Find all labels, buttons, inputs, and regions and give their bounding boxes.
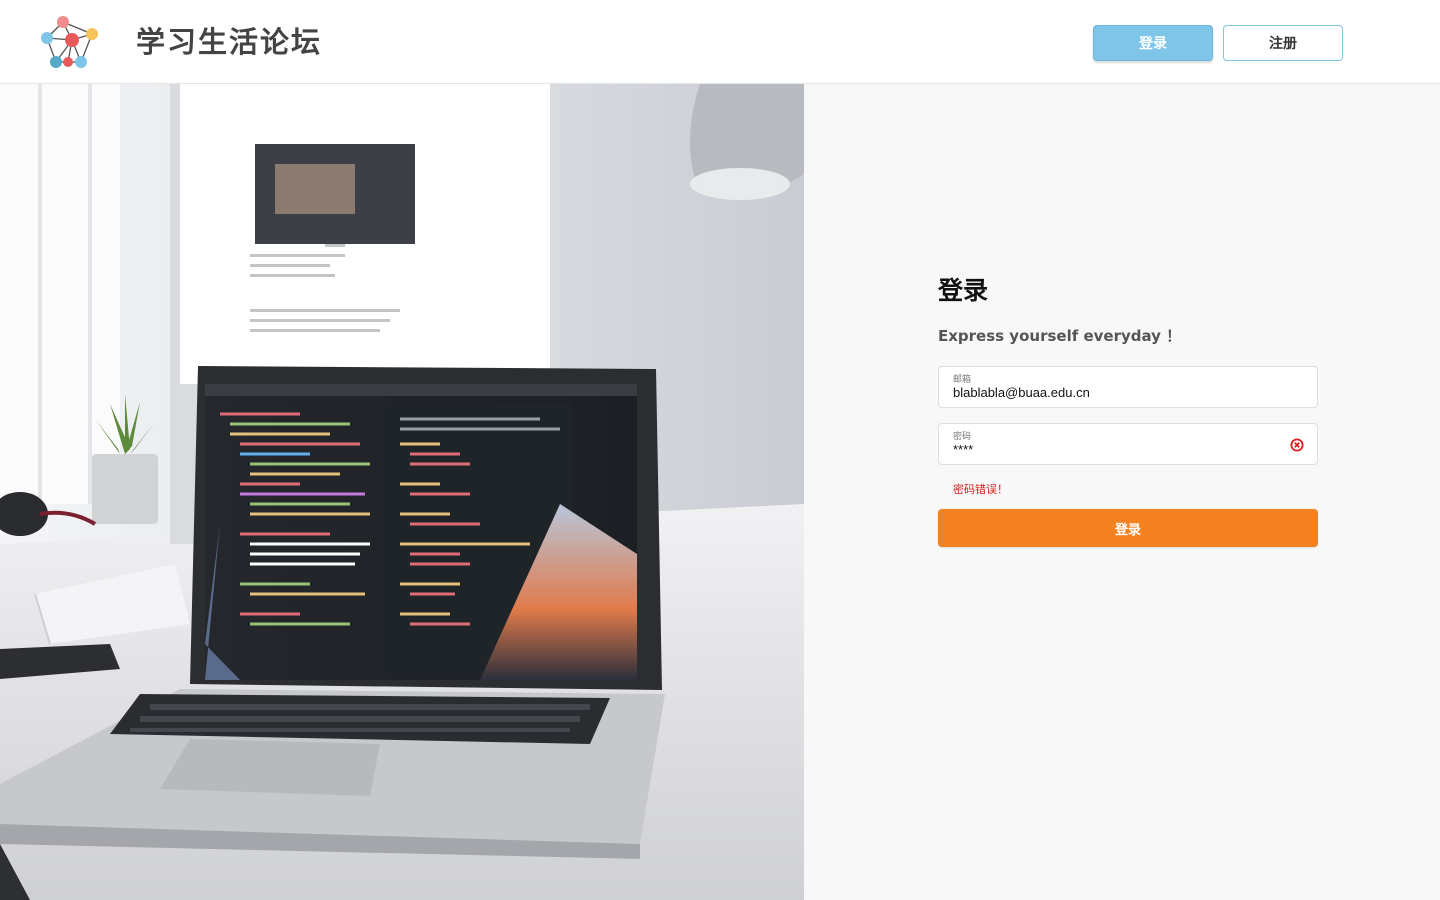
login-submit-button[interactable]: 登录 [938, 509, 1318, 547]
form-subtitle: Express yourself everyday ！ [938, 327, 1182, 345]
hero-image [0, 84, 804, 900]
password-input[interactable] [953, 442, 1283, 458]
register-nav-button[interactable]: 注册 [1223, 25, 1343, 61]
error-circle-icon [1290, 437, 1304, 452]
login-panel: 登录 Express yourself everyday ！ 邮箱 密码 密码错… [804, 84, 1440, 900]
email-input[interactable] [953, 385, 1283, 401]
site-title[interactable]: 学习生活论坛 [136, 22, 322, 62]
login-nav-button[interactable]: 登录 [1093, 25, 1213, 61]
password-error-message: 密码错误！ [953, 483, 1008, 496]
login-form: 登录 Express yourself everyday ！ 邮箱 密码 密码错… [938, 274, 1318, 547]
password-label: 密码 [953, 432, 972, 442]
top-bar: 学习生活论坛 登录 注册 [0, 0, 1440, 84]
email-field[interactable]: 邮箱 [938, 366, 1318, 408]
email-label: 邮箱 [953, 375, 972, 385]
laptop-desk-photo-icon [0, 84, 804, 900]
logo-icon[interactable] [38, 14, 102, 72]
password-field[interactable]: 密码 [938, 423, 1318, 465]
form-title: 登录 [938, 276, 989, 305]
